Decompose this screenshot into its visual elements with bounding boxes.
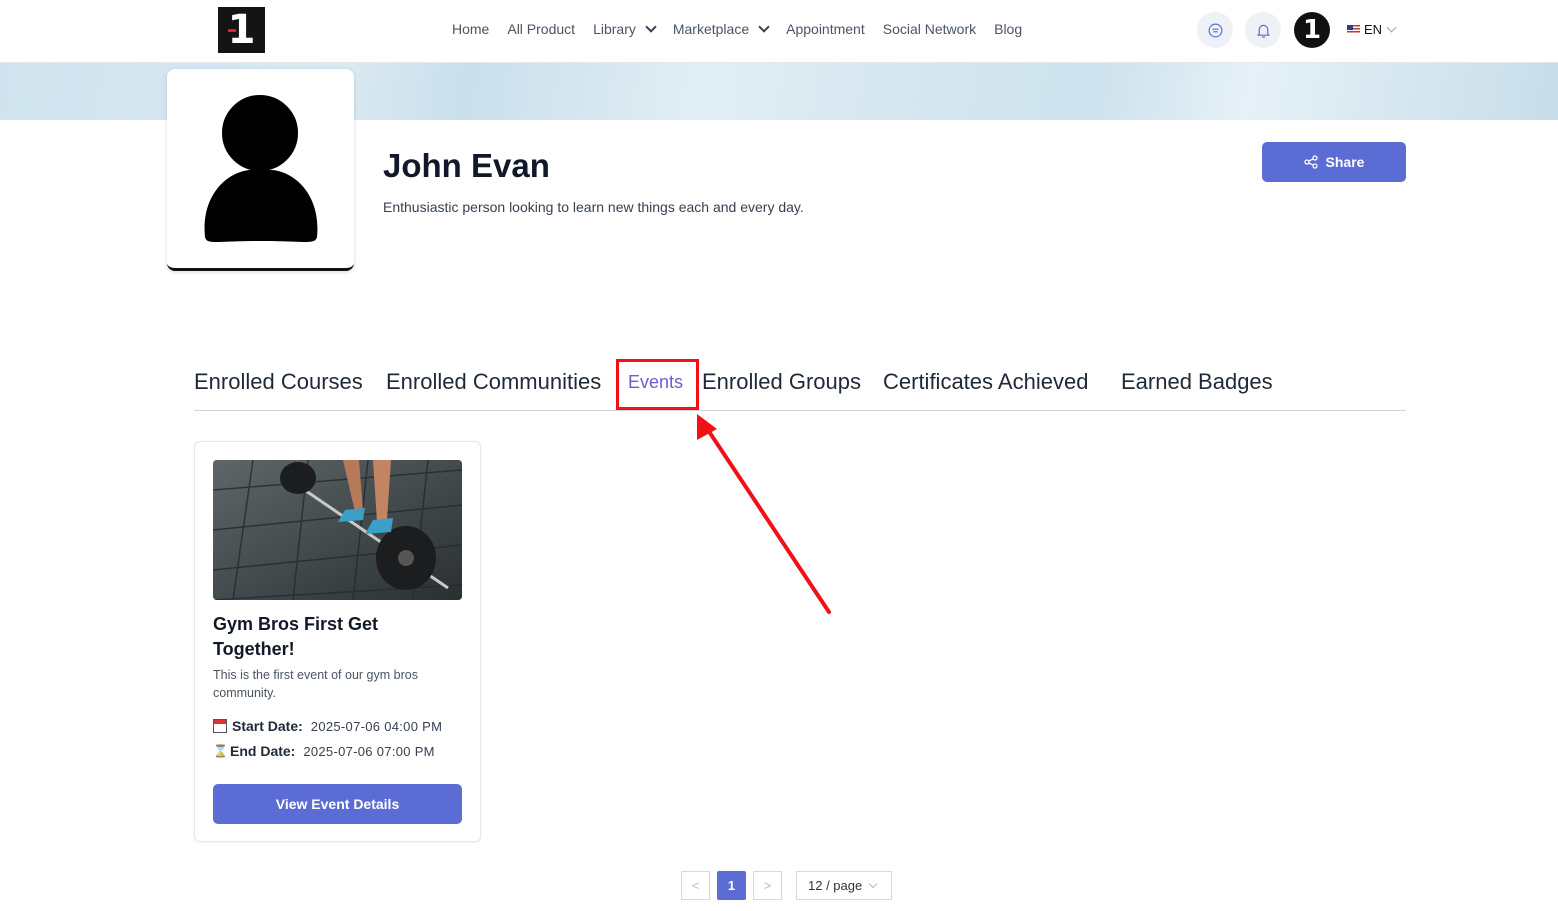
nav-appointment-label: Appointment bbox=[786, 21, 865, 37]
chevron-down-icon bbox=[758, 20, 770, 33]
calendar-icon bbox=[213, 719, 227, 733]
nav-blog-label: Blog bbox=[994, 21, 1023, 37]
hourglass-icon: ⌛ bbox=[213, 744, 228, 758]
site-logo[interactable]: 1 bbox=[218, 7, 265, 53]
nav-blog[interactable]: Blog bbox=[994, 21, 1022, 37]
bell-icon bbox=[1256, 24, 1270, 38]
nav-marketplace-label: Marketplace bbox=[672, 21, 750, 37]
pagination-page-1[interactable]: 1 bbox=[717, 871, 746, 900]
nav-home-label: Home bbox=[452, 21, 490, 37]
profile-tabs: Enrolled Courses Enrolled Communities Ev… bbox=[194, 369, 1406, 411]
tab-certificates-achieved[interactable]: Certificates Achieved bbox=[883, 369, 1088, 395]
user-avatar[interactable]: 1 bbox=[1294, 12, 1330, 48]
nav-marketplace[interactable]: Marketplace bbox=[672, 20, 770, 37]
page-size-select[interactable]: 12 / page bbox=[796, 871, 892, 900]
chevron-down-icon bbox=[1386, 22, 1397, 33]
language-label: EN bbox=[1364, 22, 1383, 37]
pagination-next-button[interactable]: > bbox=[753, 871, 782, 900]
share-label: Share bbox=[1325, 154, 1365, 170]
user-silhouette-icon bbox=[204, 95, 318, 242]
chevron-down-icon bbox=[645, 20, 657, 33]
page-size-label: 12 / page bbox=[808, 878, 863, 893]
main-nav: Home All Product Library Marketplace App… bbox=[452, 20, 1040, 37]
us-flag-icon bbox=[1347, 25, 1360, 34]
nav-library[interactable]: Library bbox=[593, 20, 657, 37]
language-selector[interactable]: EN bbox=[1347, 22, 1397, 37]
event-start-date: Start Date: 2025-07-06 04:00 PM bbox=[213, 718, 442, 734]
event-description: This is the first event of our gym bros … bbox=[213, 668, 418, 700]
chevron-down-icon bbox=[868, 879, 878, 888]
nav-home[interactable]: Home bbox=[452, 21, 489, 37]
nav-all-product-label: All Product bbox=[507, 21, 576, 37]
event-photo bbox=[213, 460, 462, 600]
tab-earned-badges[interactable]: Earned Badges bbox=[1121, 369, 1273, 395]
share-icon bbox=[1303, 155, 1318, 169]
nav-library-label: Library bbox=[593, 21, 636, 37]
chat-button[interactable] bbox=[1197, 12, 1233, 48]
start-date-label: Start Date: bbox=[232, 718, 303, 734]
end-date-value: 2025-07-06 07:00 PM bbox=[303, 743, 435, 759]
notifications-button[interactable] bbox=[1245, 12, 1281, 48]
profile-bio: Enthusiastic person looking to learn new… bbox=[383, 199, 804, 215]
tab-enrolled-courses[interactable]: Enrolled Courses bbox=[194, 369, 363, 395]
event-image bbox=[213, 460, 462, 600]
share-button[interactable]: Share bbox=[1262, 142, 1406, 182]
nav-all-product[interactable]: All Product bbox=[507, 21, 575, 37]
logo-stripe bbox=[228, 29, 236, 32]
annotation-highlight-box bbox=[616, 359, 699, 410]
chat-icon bbox=[1208, 23, 1222, 37]
nav-social-network-label: Social Network bbox=[882, 21, 977, 37]
event-end-date: ⌛ End Date: 2025-07-06 07:00 PM bbox=[213, 743, 435, 759]
view-event-details-button[interactable]: View Event Details bbox=[213, 784, 462, 824]
tab-enrolled-groups[interactable]: Enrolled Groups bbox=[702, 369, 861, 395]
top-navbar: 1 Home All Product Library Marketplace A… bbox=[0, 0, 1558, 63]
event-title: Gym Bros First Get Together! bbox=[213, 614, 379, 659]
end-date-label: End Date: bbox=[230, 743, 296, 759]
profile-avatar bbox=[167, 69, 354, 271]
nav-social-network[interactable]: Social Network bbox=[883, 21, 976, 37]
pagination-prev-button[interactable]: < bbox=[681, 871, 710, 900]
start-date-value: 2025-07-06 04:00 PM bbox=[310, 718, 443, 734]
tab-enrolled-communities[interactable]: Enrolled Communities bbox=[386, 369, 601, 395]
event-card: Gym Bros First Get Together! This is the… bbox=[194, 441, 481, 842]
nav-appointment[interactable]: Appointment bbox=[786, 21, 865, 37]
profile-name: John Evan bbox=[383, 147, 550, 184]
